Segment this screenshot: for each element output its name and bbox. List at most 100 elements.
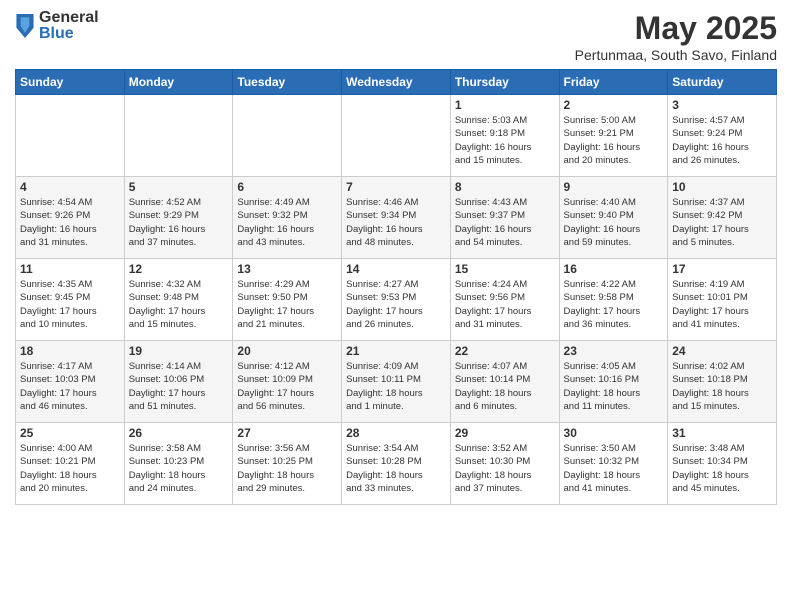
weekday-header-saturday: Saturday: [668, 70, 777, 95]
day-number: 6: [237, 180, 337, 194]
calendar-week-2: 4 Sunrise: 4:54 AM Sunset: 9:26 PM Daylig…: [16, 177, 777, 259]
calendar-cell: 31 Sunrise: 3:48 AM Sunset: 10:34 PM Dayl…: [668, 423, 777, 505]
day-info: Sunrise: 4:24 AM Sunset: 9:56 PM Dayligh…: [455, 278, 555, 331]
weekday-header-thursday: Thursday: [450, 70, 559, 95]
day-info: Sunrise: 4:12 AM Sunset: 10:09 PM Daylig…: [237, 360, 337, 413]
day-info: Sunrise: 4:14 AM Sunset: 10:06 PM Daylig…: [129, 360, 229, 413]
day-number: 22: [455, 344, 555, 358]
calendar-cell: 23 Sunrise: 4:05 AM Sunset: 10:16 PM Dayl…: [559, 341, 668, 423]
day-info: Sunrise: 4:46 AM Sunset: 9:34 PM Dayligh…: [346, 196, 446, 249]
calendar-cell: 22 Sunrise: 4:07 AM Sunset: 10:14 PM Dayl…: [450, 341, 559, 423]
calendar-cell: 27Sunrise: 3:56 AM Sunset: 10:25 PM Dayl…: [233, 423, 342, 505]
day-info: Sunrise: 4:32 AM Sunset: 9:48 PM Dayligh…: [129, 278, 229, 331]
calendar-cell: 26 Sunrise: 3:58 AM Sunset: 10:23 PM Dayl…: [124, 423, 233, 505]
location-subtitle: Pertunmaa, South Savo, Finland: [575, 47, 777, 63]
calendar-cell: 10 Sunrise: 4:37 AM Sunset: 9:42 PM Dayli…: [668, 177, 777, 259]
calendar-cell: 13 Sunrise: 4:29 AM Sunset: 9:50 PM Dayli…: [233, 259, 342, 341]
day-number: 2: [564, 98, 664, 112]
day-info: Sunrise: 3:48 AM Sunset: 10:34 PM Daylig…: [672, 442, 772, 495]
calendar-cell: 15 Sunrise: 4:24 AM Sunset: 9:56 PM Dayli…: [450, 259, 559, 341]
day-info: Sunrise: 4:29 AM Sunset: 9:50 PM Dayligh…: [237, 278, 337, 331]
calendar-cell: 18 Sunrise: 4:17 AM Sunset: 10:03 PM Dayl…: [16, 341, 125, 423]
calendar-cell: 24 Sunrise: 4:02 AM Sunset: 10:18 PM Dayl…: [668, 341, 777, 423]
weekday-header-sunday: Sunday: [16, 70, 125, 95]
day-number: 11: [20, 262, 120, 276]
day-number: 15: [455, 262, 555, 276]
logo: General Blue: [15, 10, 99, 42]
day-number: 29: [455, 426, 555, 440]
calendar-cell: 3Sunrise: 4:57 AM Sunset: 9:24 PM Daylig…: [668, 95, 777, 177]
calendar-cell: [342, 95, 451, 177]
logo-icon: [15, 14, 35, 38]
weekday-header-friday: Friday: [559, 70, 668, 95]
calendar-cell: 28 Sunrise: 3:54 AM Sunset: 10:28 PM Dayl…: [342, 423, 451, 505]
calendar-cell: 19Sunrise: 4:14 AM Sunset: 10:06 PM Dayl…: [124, 341, 233, 423]
day-number: 8: [455, 180, 555, 194]
title-block: May 2025 Pertunmaa, South Savo, Finland: [575, 10, 777, 63]
day-info: Sunrise: 4:05 AM Sunset: 10:16 PM Daylig…: [564, 360, 664, 413]
day-info: Sunrise: 3:58 AM Sunset: 10:23 PM Daylig…: [129, 442, 229, 495]
day-info: Sunrise: 5:00 AM Sunset: 9:21 PM Dayligh…: [564, 114, 664, 167]
calendar-week-1: 1 Sunrise: 5:03 AM Sunset: 9:18 PM Daylig…: [16, 95, 777, 177]
logo-blue-label: Blue: [39, 26, 99, 42]
day-number: 31: [672, 426, 772, 440]
calendar-cell: 9Sunrise: 4:40 AM Sunset: 9:40 PM Daylig…: [559, 177, 668, 259]
day-info: Sunrise: 4:35 AM Sunset: 9:45 PM Dayligh…: [20, 278, 120, 331]
day-number: 21: [346, 344, 446, 358]
day-number: 30: [564, 426, 664, 440]
day-number: 7: [346, 180, 446, 194]
calendar-cell: 14Sunrise: 4:27 AM Sunset: 9:53 PM Dayli…: [342, 259, 451, 341]
calendar-cell: 1 Sunrise: 5:03 AM Sunset: 9:18 PM Daylig…: [450, 95, 559, 177]
calendar-cell: 4 Sunrise: 4:54 AM Sunset: 9:26 PM Daylig…: [16, 177, 125, 259]
day-info: Sunrise: 3:54 AM Sunset: 10:28 PM Daylig…: [346, 442, 446, 495]
day-number: 10: [672, 180, 772, 194]
calendar-cell: 20 Sunrise: 4:12 AM Sunset: 10:09 PM Dayl…: [233, 341, 342, 423]
calendar-cell: 5 Sunrise: 4:52 AM Sunset: 9:29 PM Daylig…: [124, 177, 233, 259]
day-number: 18: [20, 344, 120, 358]
day-number: 24: [672, 344, 772, 358]
calendar-week-4: 18 Sunrise: 4:17 AM Sunset: 10:03 PM Dayl…: [16, 341, 777, 423]
day-number: 27: [237, 426, 337, 440]
day-info: Sunrise: 4:17 AM Sunset: 10:03 PM Daylig…: [20, 360, 120, 413]
day-number: 28: [346, 426, 446, 440]
calendar-cell: 16Sunrise: 4:22 AM Sunset: 9:58 PM Dayli…: [559, 259, 668, 341]
day-number: 4: [20, 180, 120, 194]
day-number: 25: [20, 426, 120, 440]
calendar-week-5: 25 Sunrise: 4:00 AM Sunset: 10:21 PM Dayl…: [16, 423, 777, 505]
day-number: 1: [455, 98, 555, 112]
calendar-page: General Blue May 2025 Pertunmaa, South S…: [0, 0, 792, 612]
day-number: 14: [346, 262, 446, 276]
day-number: 17: [672, 262, 772, 276]
day-number: 16: [564, 262, 664, 276]
calendar-cell: 8 Sunrise: 4:43 AM Sunset: 9:37 PM Daylig…: [450, 177, 559, 259]
logo-general-label: General: [39, 10, 99, 26]
day-number: 26: [129, 426, 229, 440]
day-info: Sunrise: 4:52 AM Sunset: 9:29 PM Dayligh…: [129, 196, 229, 249]
day-info: Sunrise: 3:52 AM Sunset: 10:30 PM Daylig…: [455, 442, 555, 495]
day-number: 13: [237, 262, 337, 276]
weekday-header-tuesday: Tuesday: [233, 70, 342, 95]
day-number: 23: [564, 344, 664, 358]
day-info: Sunrise: 4:37 AM Sunset: 9:42 PM Dayligh…: [672, 196, 772, 249]
day-info: Sunrise: 5:03 AM Sunset: 9:18 PM Dayligh…: [455, 114, 555, 167]
day-info: Sunrise: 4:43 AM Sunset: 9:37 PM Dayligh…: [455, 196, 555, 249]
day-number: 5: [129, 180, 229, 194]
day-info: Sunrise: 4:02 AM Sunset: 10:18 PM Daylig…: [672, 360, 772, 413]
day-number: 3: [672, 98, 772, 112]
calendar-cell: [233, 95, 342, 177]
calendar-cell: 2 Sunrise: 5:00 AM Sunset: 9:21 PM Daylig…: [559, 95, 668, 177]
day-info: Sunrise: 4:07 AM Sunset: 10:14 PM Daylig…: [455, 360, 555, 413]
day-info: Sunrise: 4:00 AM Sunset: 10:21 PM Daylig…: [20, 442, 120, 495]
calendar-cell: 30Sunrise: 3:50 AM Sunset: 10:32 PM Dayl…: [559, 423, 668, 505]
calendar-cell: 11 Sunrise: 4:35 AM Sunset: 9:45 PM Dayli…: [16, 259, 125, 341]
calendar-cell: 6Sunrise: 4:49 AM Sunset: 9:32 PM Daylig…: [233, 177, 342, 259]
day-info: Sunrise: 4:09 AM Sunset: 10:11 PM Daylig…: [346, 360, 446, 413]
calendar-cell: 21 Sunrise: 4:09 AM Sunset: 10:11 PM Dayl…: [342, 341, 451, 423]
day-number: 20: [237, 344, 337, 358]
day-info: Sunrise: 4:54 AM Sunset: 9:26 PM Dayligh…: [20, 196, 120, 249]
logo-text: General Blue: [39, 10, 99, 42]
header: General Blue May 2025 Pertunmaa, South S…: [15, 10, 777, 63]
weekday-header-wednesday: Wednesday: [342, 70, 451, 95]
day-number: 12: [129, 262, 229, 276]
calendar-table: SundayMondayTuesdayWednesdayThursdayFrid…: [15, 69, 777, 505]
